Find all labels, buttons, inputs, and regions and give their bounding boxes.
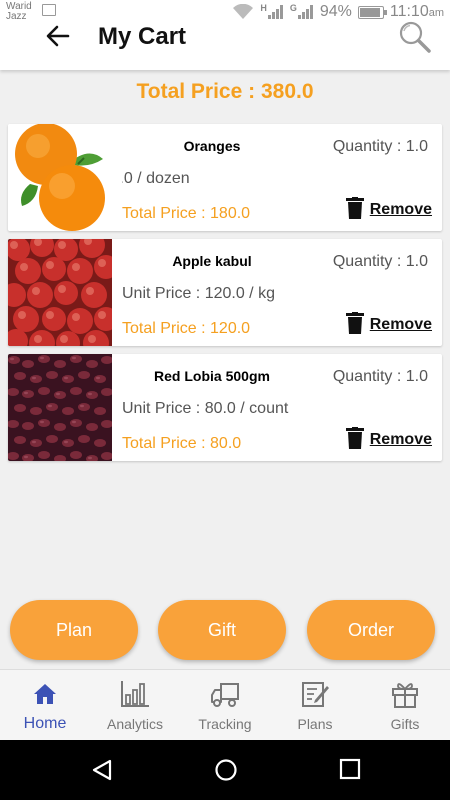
trash-icon bbox=[345, 197, 364, 219]
item-unit-price-marquee: Unit Price : 80.0 / count bbox=[122, 400, 318, 422]
system-navigation-bar bbox=[0, 740, 450, 800]
remove-label: Remove bbox=[369, 201, 432, 218]
search-icon[interactable] bbox=[398, 20, 432, 54]
remove-label: Remove bbox=[369, 431, 432, 448]
battery-icon bbox=[357, 5, 387, 19]
item-total-price: Total Price : 120.0 bbox=[122, 320, 251, 337]
cart-item-oranges: Oranges Quantity : 1.0 Unit Price : 180.… bbox=[8, 124, 442, 231]
apples-image bbox=[8, 239, 112, 346]
trash-icon bbox=[345, 312, 364, 334]
nav-label-home: Home bbox=[23, 715, 67, 732]
item-total-price: Total Price : 80.0 bbox=[122, 435, 242, 452]
nav-label-tracking: Tracking bbox=[198, 716, 252, 732]
gift-button[interactable]: Gift bbox=[158, 600, 286, 660]
recents-nav-icon[interactable] bbox=[339, 758, 361, 780]
status-right: H G 94% 11:10am bbox=[232, 2, 444, 22]
cart-item-apple-kabul: Apple kabul Quantity : 1.0 Unit Price : … bbox=[8, 239, 442, 346]
order-button[interactable]: Order bbox=[307, 600, 435, 660]
battery-percent: 94% bbox=[319, 3, 352, 20]
nav-label-gifts: Gifts bbox=[390, 716, 420, 732]
item-unit-price: Unit Price : 80.0 / count bbox=[122, 400, 289, 417]
cart-total-price: Total Price : 380.0 bbox=[136, 80, 314, 103]
item-unit-price: Unit Price : 120.0 / kg bbox=[122, 285, 275, 302]
analytics-icon bbox=[121, 681, 149, 707]
page-title: My Cart bbox=[98, 23, 187, 50]
item-name: Apple kabul bbox=[172, 253, 252, 269]
nav-item-home[interactable]: Home bbox=[0, 670, 90, 740]
signal-icon-2 bbox=[297, 5, 314, 19]
signal-icon-1 bbox=[267, 5, 284, 19]
carrier-label: Warid Jazz bbox=[6, 1, 32, 22]
cart-item-red-lobia: Red Lobia 500gm Quantity : 1.0 Unit Pric… bbox=[8, 354, 442, 461]
item-unit-price-marquee: Unit Price : 120.0 / kg bbox=[122, 285, 318, 307]
item-quantity: Quantity : 1.0 bbox=[332, 253, 428, 270]
plans-edit-icon bbox=[302, 682, 329, 707]
status-bar: Warid Jazz H G 94% 11:10am bbox=[0, 0, 450, 24]
item-unit-price: Unit Price : 180.0 / dozen bbox=[122, 170, 190, 187]
nav-item-gifts[interactable]: Gifts bbox=[360, 670, 450, 740]
remove-label: Remove bbox=[369, 316, 432, 333]
gift-icon bbox=[392, 683, 418, 708]
truck-icon bbox=[211, 683, 239, 707]
item-quantity: Quantity : 1.0 bbox=[332, 368, 428, 385]
beans-image bbox=[8, 354, 112, 461]
nav-item-tracking[interactable]: Tracking bbox=[180, 670, 270, 740]
nav-item-plans[interactable]: Plans bbox=[270, 670, 360, 740]
home-nav-icon[interactable] bbox=[214, 758, 238, 782]
clock: 11:10am bbox=[389, 3, 444, 20]
trash-icon bbox=[345, 427, 364, 449]
nav-item-analytics[interactable]: Analytics bbox=[90, 670, 180, 740]
nav-label-plans: Plans bbox=[297, 716, 333, 732]
item-name: Oranges bbox=[183, 138, 241, 154]
item-total-price: Total Price : 180.0 bbox=[122, 205, 251, 222]
plan-button[interactable]: Plan bbox=[10, 600, 138, 660]
back-arrow-icon[interactable] bbox=[44, 22, 72, 50]
remove-button[interactable]: Remove bbox=[345, 312, 432, 334]
nav-label-analytics: Analytics bbox=[106, 716, 164, 732]
oranges-image bbox=[8, 124, 112, 231]
item-quantity: Quantity : 1.0 bbox=[332, 138, 428, 155]
home-icon bbox=[34, 684, 56, 704]
back-nav-icon[interactable] bbox=[90, 758, 114, 782]
remove-button[interactable]: Remove bbox=[345, 197, 432, 219]
wifi-icon bbox=[233, 4, 254, 19]
item-name: Red Lobia 500gm bbox=[154, 368, 270, 384]
item-unit-price-marquee: Unit Price : 180.0 / dozen bbox=[122, 170, 318, 192]
bottom-navigation: Home Analytics Tracking Plans Gifts bbox=[0, 669, 450, 740]
remove-button[interactable]: Remove bbox=[345, 427, 432, 449]
image-notification-icon bbox=[42, 4, 56, 16]
